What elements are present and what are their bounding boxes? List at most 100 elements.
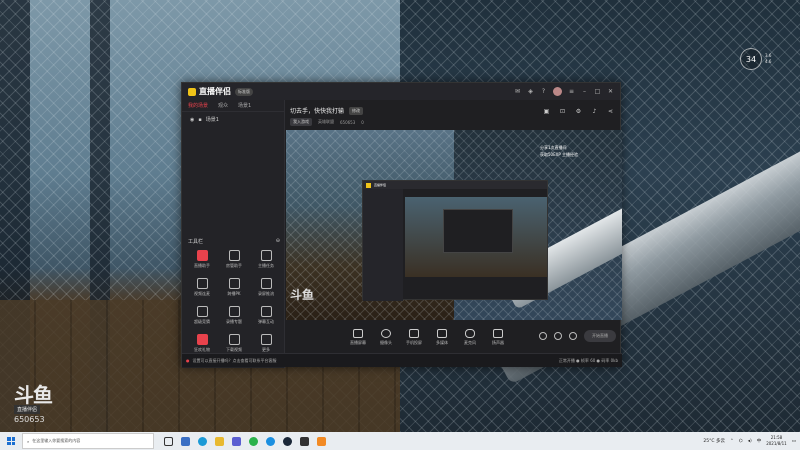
help-icon[interactable]: ? (540, 88, 547, 95)
tool-live-assistant[interactable]: 直播助手 (186, 250, 218, 269)
store-icon[interactable] (232, 436, 241, 446)
avatar[interactable] (553, 87, 562, 96)
scene-list-item[interactable]: ◉ ▪ 场景1 (182, 112, 284, 127)
microphone-button[interactable]: 麦克风 (456, 328, 484, 346)
tools-header: 工具栏 ⊖ (188, 238, 280, 245)
gear-icon[interactable] (569, 332, 577, 340)
watermark-logo: 斗鱼 (14, 383, 53, 407)
media-button[interactable]: 多媒体 (428, 328, 456, 346)
video-link-icon (196, 278, 208, 289)
ime-indicator[interactable]: 中 (757, 438, 762, 444)
speaker-button[interactable]: 扬声器 (484, 328, 512, 346)
tool-video-link[interactable]: 视频连麦 (186, 278, 218, 297)
qq-icon[interactable] (266, 436, 275, 446)
edit-title-button[interactable]: 修改 (349, 106, 364, 115)
version-badge[interactable]: 标准版 (235, 87, 253, 96)
tool-quiz[interactable]: 超级竞猜 (186, 306, 218, 325)
category-select[interactable]: 我入游戏 (290, 118, 312, 126)
share-icon[interactable]: ⋖ (607, 108, 614, 115)
steam-icon[interactable] (283, 436, 292, 446)
camera-icon (381, 328, 391, 338)
tool-record-topic[interactable]: 录播专题 (218, 306, 250, 325)
tool-gifts[interactable]: 狂欢礼物 (186, 334, 218, 353)
desktop-background: 34 3.6 4.6 斗鱼 直播伴侣 650653 直播伴侣 标准版 ✉ ◈ ?… (0, 0, 800, 432)
bell-icon[interactable]: ♪ (591, 108, 598, 115)
watermark-tag: 直播伴侣 (14, 405, 41, 414)
menu-icon[interactable]: ≡ (568, 88, 575, 95)
unlock-icon[interactable]: ⊡ (559, 108, 566, 115)
windows-logo-icon (7, 437, 15, 445)
status-bar: ● 设置可以直接开播吗？点击查看可联系平台客服 正常开播 ● 帧率 60 ● 码… (182, 353, 622, 367)
tools-title: 工具栏 (188, 239, 204, 245)
stream-preview[interactable]: 分享1次直播间 获取50EXP 主播经验 直播伴侣 斗鱼 (286, 130, 622, 320)
tool-pk[interactable]: 跨播PK (218, 278, 250, 297)
tool-more[interactable]: 更多 (250, 334, 282, 353)
tab-scene1[interactable]: 场景1 (238, 102, 251, 109)
scene-tabs: 我的场景 观众 场景1 (182, 100, 284, 112)
microphone-icon (465, 328, 475, 338)
task-view-icon[interactable] (164, 436, 173, 446)
eye-icon[interactable] (554, 332, 562, 340)
phone-icon (409, 328, 419, 338)
status-warning-text[interactable]: 设置可以直接开播吗？点击查看可联系平台客服 (193, 358, 277, 364)
tab-my-scenes[interactable]: 我的场景 (188, 102, 208, 109)
gift-box-icon[interactable]: ▣ (543, 108, 550, 115)
clock[interactable]: 21:58 2021/8/11 (766, 435, 787, 447)
monitor-icon (353, 328, 363, 338)
preview-overlay-text: 分享1次直播间 获取50EXP 主播经验 (540, 145, 579, 157)
tool-download[interactable]: 下载视频 (218, 334, 250, 353)
weather-widget: 34 3.6 4.6 (740, 48, 771, 70)
wechat-icon[interactable] (249, 436, 258, 446)
tray-weather[interactable]: 25°C 多云 (703, 438, 725, 444)
skin-icon[interactable]: ◈ (527, 88, 534, 95)
nested-app-window: 直播伴侣 (362, 180, 548, 301)
screen-capture-button[interactable]: 直播屏幕 (344, 328, 372, 346)
category-label: 英雄联盟 (318, 119, 334, 124)
search-icon: ⌕ (27, 438, 30, 444)
maximize-icon[interactable]: □ (594, 88, 601, 95)
tab-audience[interactable]: 观众 (218, 102, 228, 109)
close-icon[interactable]: ✕ (607, 88, 614, 95)
visibility-icon[interactable]: ◉ (190, 117, 194, 123)
quiz-icon (196, 306, 208, 317)
preview-watermark: 斗鱼 (290, 288, 315, 302)
file-explorer-icon[interactable] (215, 436, 224, 446)
live-assistant-icon (196, 250, 208, 261)
record-icon[interactable] (539, 332, 547, 340)
widgets-icon[interactable] (181, 436, 190, 446)
stream-watermark: 斗鱼 直播伴侣 650653 (14, 383, 58, 424)
gift-icon (196, 334, 208, 345)
notification-icon[interactable]: ▭ (792, 439, 796, 444)
media-icon (437, 328, 447, 338)
lock-icon[interactable]: ▪ (198, 117, 201, 123)
tasks-icon (260, 250, 272, 261)
warning-icon: ● (186, 358, 190, 363)
start-live-button[interactable]: 开始直播 (584, 330, 616, 342)
tool-room-admin[interactable]: 房管助手 (218, 250, 250, 269)
camera-button[interactable]: 摄像头 (372, 328, 400, 346)
room-admin-icon (228, 250, 240, 261)
taskbar-search[interactable]: ⌕ 在这里输入你要搜索的内容 (22, 433, 154, 449)
tool-record-push[interactable]: 录屏推流 (250, 278, 282, 297)
message-icon[interactable]: ✉ (514, 88, 521, 95)
phone-cast-button[interactable]: 手机投屏 (400, 328, 428, 346)
volume-icon[interactable]: ◂) (748, 439, 752, 444)
start-button[interactable] (0, 432, 22, 450)
settings-icon[interactable]: ⚙ (575, 108, 582, 115)
status-right-text: 正常开播 ● 帧率 60 ● 码率 0kb (558, 357, 618, 363)
tool-tasks[interactable]: 主播任务 (250, 250, 282, 269)
app-title: 直播伴侣 (199, 87, 231, 96)
edge-icon[interactable] (198, 436, 207, 446)
main-content: 切去手，快快我打输 修改 ▣ ⊡ ⚙ ♪ ⋖ 我入游戏 英雄联盟 650653 … (286, 100, 622, 368)
danmaku-icon (260, 306, 272, 317)
douyu-app-icon[interactable] (317, 436, 326, 446)
game-icon[interactable] (300, 436, 309, 446)
start-controls: 开始直播 (539, 330, 616, 342)
tool-danmaku[interactable]: 弹幕互动 (250, 306, 282, 325)
network-icon[interactable]: ⌬ (739, 439, 743, 444)
more-icon (260, 334, 272, 345)
minimize-icon[interactable]: – (581, 88, 588, 95)
sidebar: 我的场景 观众 场景1 ◉ ▪ 场景1 工具栏 ⊖ 直播助手 房管助手 主播任务… (182, 100, 285, 368)
tray-up-icon[interactable]: ⌃ (730, 439, 734, 444)
tools-more-icon[interactable]: ⊖ (276, 238, 280, 245)
